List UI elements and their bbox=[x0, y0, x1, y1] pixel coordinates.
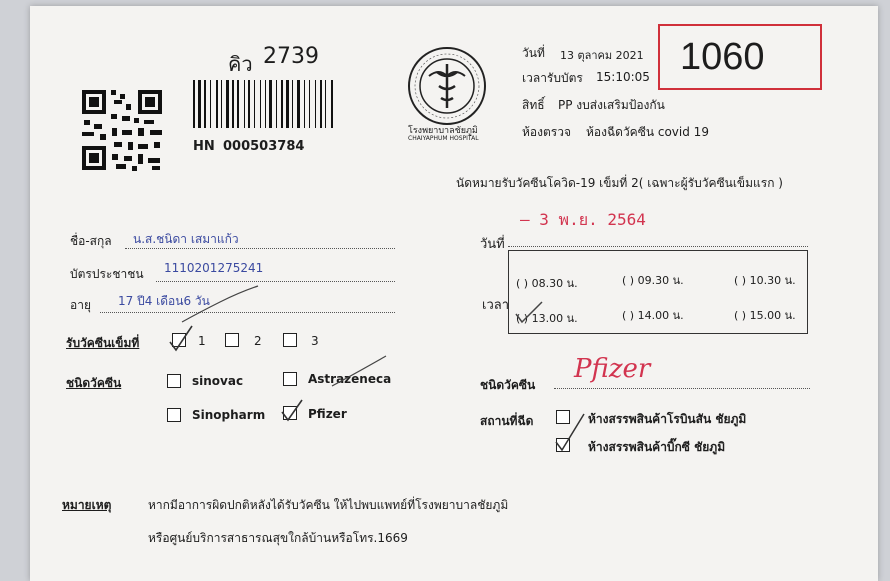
bigc-label: ห้างสรรพสินค้าบิ๊กซี ชัยภูมิ bbox=[588, 440, 726, 454]
dose-2-checkbox[interactable] bbox=[225, 333, 239, 347]
appt-date-value: – 3 พ.ย. 2564 bbox=[520, 210, 646, 229]
time-slot-0830[interactable]: ( ) 08.30 น. bbox=[516, 274, 578, 292]
dose-2-label: 2 bbox=[254, 334, 262, 348]
barcode bbox=[193, 80, 333, 128]
age-label: อายุ bbox=[70, 298, 91, 312]
sinovac-checkbox[interactable] bbox=[167, 374, 181, 388]
note-line-1: หากมีอาการผิดปกติหลังได้รับวัคซีน ให้ไปพ… bbox=[148, 498, 509, 512]
id-label: บัตรประชาชน bbox=[70, 267, 144, 281]
time-value: 15:10:05 bbox=[596, 70, 650, 84]
ticket-number: 1060 bbox=[680, 36, 765, 78]
vaccine-appointment-card: คิว 2739 HN 000503784 โรงพยาบาลชัยภูมิ C… bbox=[30, 6, 878, 581]
hn-value: 000503784 bbox=[223, 139, 305, 154]
note-label: หมายเหตุ bbox=[62, 498, 112, 512]
hn-label: HN bbox=[193, 139, 215, 154]
appt-time-label: เวลา bbox=[482, 298, 510, 313]
appt-date-label: วันที่ bbox=[480, 237, 505, 252]
dose-3-checkbox[interactable] bbox=[283, 333, 297, 347]
robinson-label: ห้างสรรพสินค้าโรบินสัน ชัยภูมิ bbox=[588, 412, 747, 426]
id-value: 1110201275241 bbox=[164, 261, 264, 275]
queue-number: 2739 bbox=[263, 44, 319, 69]
room-label: ห้องตรวจ bbox=[522, 125, 571, 139]
name-value: น.ส.ชนิดา เสมาแก้ว bbox=[133, 232, 239, 246]
room-value: ห้องฉีดวัคซีน covid 19 bbox=[586, 125, 709, 139]
dose-1-label: 1 bbox=[198, 334, 206, 348]
hospital-name-en: CHAIYAPHUM HOSPITAL bbox=[408, 135, 479, 142]
astrazeneca-checkbox[interactable] bbox=[283, 372, 297, 386]
date-label: วันที่ bbox=[522, 46, 545, 60]
place-label: สถานที่ฉีด bbox=[480, 414, 534, 428]
vaccine-type-label: ชนิดวัคซีน bbox=[66, 376, 122, 390]
time-slot-1400[interactable]: ( ) 14.00 น. bbox=[622, 306, 684, 324]
name-label: ชื่อ-สกุล bbox=[70, 234, 112, 248]
qr-code bbox=[78, 86, 168, 174]
appointment-title: นัดหมายรับวัคซีนโควิด-19 เข็มที่ 2( เฉพา… bbox=[456, 176, 783, 190]
right-label: สิทธิ์ bbox=[522, 98, 545, 112]
time-slot-1030[interactable]: ( ) 10.30 น. bbox=[734, 271, 796, 289]
sinopharm-label: Sinopharm bbox=[192, 408, 266, 422]
sinovac-label: sinovac bbox=[192, 374, 244, 388]
time-label: เวลารับบัตร bbox=[522, 71, 583, 85]
dose-label: รับวัคซีนเข็มที่ bbox=[66, 336, 140, 350]
time-slot-0930[interactable]: ( ) 09.30 น. bbox=[622, 271, 684, 289]
appt-vaccine-label: ชนิดวัคซีน bbox=[480, 378, 536, 392]
appt-vaccine-value: Pfizer bbox=[574, 354, 651, 384]
time-slot-1500[interactable]: ( ) 15.00 น. bbox=[734, 306, 796, 324]
queue-label: คิว bbox=[228, 52, 253, 76]
sinopharm-checkbox[interactable] bbox=[167, 408, 181, 422]
pfizer-label: Pfizer bbox=[308, 407, 347, 421]
note-line-2: หรือศูนย์บริการสาธารณสุขใกล้บ้านหรือโทร.… bbox=[148, 531, 408, 545]
ministry-of-public-health-seal bbox=[408, 47, 486, 125]
right-value: PP งบส่งเสริมป้องกัน bbox=[558, 98, 665, 112]
dose-3-label: 3 bbox=[311, 334, 319, 348]
date-value: 13 ตุลาคม 2021 bbox=[560, 49, 644, 62]
